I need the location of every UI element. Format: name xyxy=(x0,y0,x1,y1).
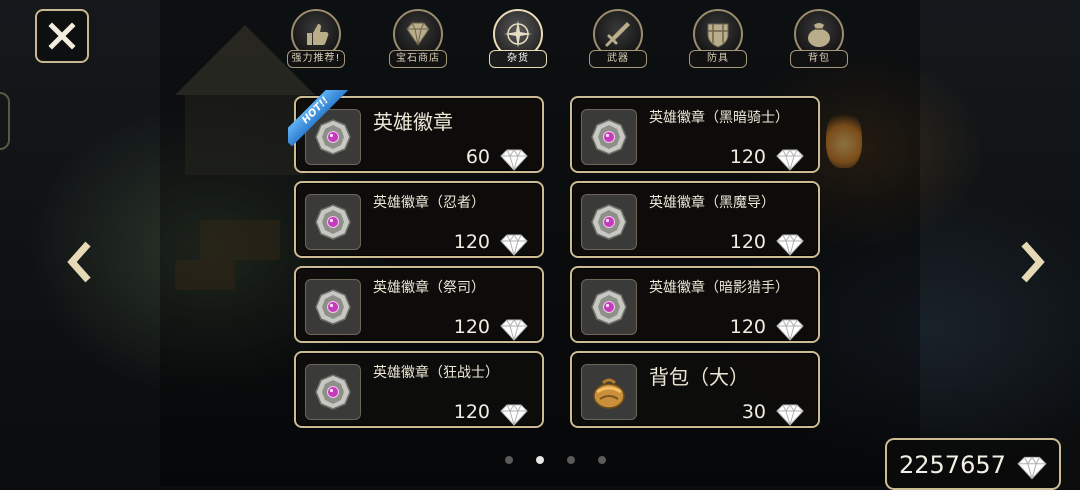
page-dot xyxy=(598,456,606,464)
tab-label: 武器 xyxy=(589,50,647,68)
page-dot xyxy=(567,456,575,464)
shop-item-card[interactable]: 英雄徽章 60 HOT!! xyxy=(288,90,544,173)
item-price: 30 xyxy=(741,401,766,423)
page-indicator xyxy=(505,456,615,468)
compass-icon xyxy=(504,20,532,48)
thumbs-up-icon xyxy=(307,24,329,45)
item-icon-frame xyxy=(305,364,361,420)
close-button[interactable] xyxy=(35,9,89,63)
tab-label: 强力推荐! xyxy=(287,50,345,68)
item-icon-frame xyxy=(305,194,361,250)
item-price: 120 xyxy=(729,316,766,338)
shop-item-card[interactable]: 英雄徽章（黑魔导） 120 xyxy=(570,181,820,258)
gem-icon xyxy=(406,22,430,46)
diamond-icon xyxy=(776,319,804,341)
diamond-balance: 2257657 xyxy=(885,438,1061,490)
item-price: 120 xyxy=(729,146,766,168)
tab-misc[interactable]: 杂货 xyxy=(489,9,549,70)
shop-item-card[interactable]: 英雄徽章（暗影猎手） 120 xyxy=(570,266,820,343)
shop-item-card[interactable]: 英雄徽章（黑暗骑士） 120 xyxy=(570,96,820,173)
item-name: 背包（大） xyxy=(649,365,749,389)
hero-badge-icon xyxy=(591,289,627,325)
diamond-amount: 2257657 xyxy=(899,451,1006,479)
item-icon-frame xyxy=(581,364,637,420)
hero-badge-icon xyxy=(591,204,627,240)
diamond-icon xyxy=(1017,456,1047,480)
shop-item-card[interactable]: 英雄徽章（狂战士） 120 xyxy=(294,351,544,428)
page-dot xyxy=(505,456,513,464)
item-icon-frame xyxy=(305,279,361,335)
tab-label: 杂货 xyxy=(489,50,547,68)
item-name: 英雄徽章（黑魔导） xyxy=(649,195,775,211)
diamond-icon xyxy=(776,234,804,256)
tab-armor[interactable]: 防具 xyxy=(689,9,749,70)
diamond-icon xyxy=(500,319,528,341)
diamond-icon xyxy=(500,234,528,256)
tab-recommended[interactable]: 强力推荐! xyxy=(287,9,347,70)
item-name: 英雄徽章（暗影猎手） xyxy=(649,280,789,296)
item-price: 120 xyxy=(729,231,766,253)
tab-gem-shop[interactable]: 宝石商店 xyxy=(389,9,449,70)
diamond-icon xyxy=(500,149,528,171)
hot-badge: HOT!! xyxy=(288,90,348,150)
item-icon-frame xyxy=(581,109,637,165)
hero-badge-icon xyxy=(591,119,627,155)
diamond-icon xyxy=(776,404,804,426)
item-icon-frame xyxy=(581,279,637,335)
bag-icon xyxy=(808,23,830,47)
item-price: 120 xyxy=(453,401,490,423)
side-drawer-handle[interactable] xyxy=(0,92,10,150)
shop-item-card[interactable]: 英雄徽章（祭司） 120 xyxy=(294,266,544,343)
tab-label: 宝石商店 xyxy=(389,50,447,68)
item-name: 英雄徽章（黑暗骑士） xyxy=(649,110,789,126)
tab-label: 防具 xyxy=(689,50,747,68)
tab-weapons[interactable]: 武器 xyxy=(589,9,649,70)
item-name: 英雄徽章（狂战士） xyxy=(373,365,499,381)
tab-bags[interactable]: 背包 xyxy=(790,9,850,70)
item-price: 60 xyxy=(465,146,490,168)
shop-item-card[interactable]: 英雄徽章（忍者） 120 xyxy=(294,181,544,258)
item-icon-frame xyxy=(581,194,637,250)
item-name: 英雄徽章 xyxy=(373,110,453,134)
sword-icon xyxy=(605,22,630,47)
shop-item-card[interactable]: 背包（大） 30 xyxy=(570,351,820,428)
backpack-icon xyxy=(592,378,626,410)
diamond-icon xyxy=(500,404,528,426)
item-name: 英雄徽章（忍者） xyxy=(373,195,485,211)
hero-badge-icon xyxy=(315,374,351,410)
shield-icon xyxy=(707,23,729,48)
item-name: 英雄徽章（祭司） xyxy=(373,280,485,296)
previous-page-arrow-icon[interactable] xyxy=(64,240,96,284)
item-price: 120 xyxy=(453,231,490,253)
page-dot-current xyxy=(536,456,544,464)
item-price: 120 xyxy=(453,316,490,338)
hero-badge-icon xyxy=(315,204,351,240)
diamond-icon xyxy=(776,149,804,171)
tab-label: 背包 xyxy=(790,50,848,68)
hero-badge-icon xyxy=(315,289,351,325)
close-icon xyxy=(48,22,76,50)
next-page-arrow-icon[interactable] xyxy=(1016,240,1048,284)
